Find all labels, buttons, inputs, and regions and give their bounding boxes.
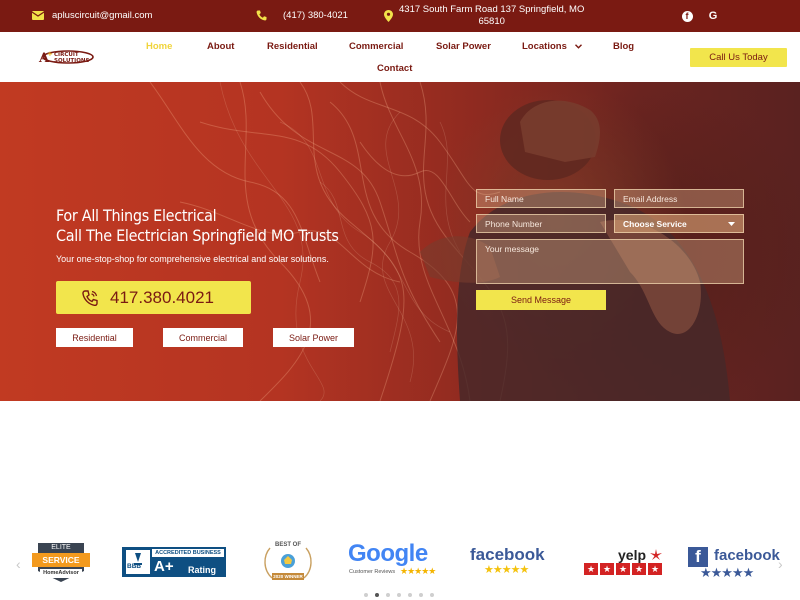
full-name-field[interactable]: Full Name: [476, 189, 606, 208]
top-bar: apluscircuit@gmail.com (417) 380-4021 43…: [0, 0, 800, 32]
google-wordmark: Google: [348, 540, 428, 567]
nav-blog[interactable]: Blog: [613, 41, 634, 52]
bbb-text: BBB: [127, 563, 142, 570]
send-message-button[interactable]: Send Message: [476, 290, 606, 310]
hero-title-line-1: For All Things Electrical: [56, 206, 217, 225]
main-nav: [0, 32, 800, 82]
carousel-dot[interactable]: [386, 593, 390, 597]
nav-solar-power[interactable]: Solar Power: [436, 41, 491, 52]
nav-about[interactable]: About: [207, 41, 234, 52]
facebook-reviews-badge-2: f facebook ★★★★★: [688, 545, 784, 581]
best-of-2020-badge: BEST OF 2020 WINNER: [258, 540, 318, 586]
facebook-f-icon: f: [688, 547, 708, 567]
yelp-reviews-badge: yelp ★ ★ ★ ★ ★: [582, 547, 666, 577]
svg-text:SOLUTIONS: SOLUTIONS: [54, 58, 89, 64]
facebook-letter: f: [681, 10, 693, 22]
address-line-1: 4317 South Farm Road 137 Springfield, MO: [399, 4, 585, 15]
nav-home[interactable]: Home: [146, 41, 172, 52]
facebook-reviews-badge: facebook ★★★★★: [470, 545, 556, 579]
carousel-dot[interactable]: [364, 593, 368, 597]
bbb-torch-icon: [126, 550, 150, 574]
yelp-burst-icon: [650, 549, 662, 560]
yelp-stars: ★ ★ ★ ★ ★: [584, 563, 662, 575]
homeadvisor-text: HomeAdvisor: [43, 570, 79, 576]
svg-text:+: +: [47, 50, 53, 58]
accredited-text: ACCREDITED BUSINESS: [152, 549, 224, 557]
yelp-wordmark: yelp: [618, 547, 647, 563]
facebook-icon[interactable]: f: [680, 9, 694, 23]
nav-contact[interactable]: Contact: [377, 63, 412, 74]
facebook-stars-2: ★★★★★: [700, 565, 754, 580]
phone-text: (417) 380-4021: [283, 10, 348, 21]
bbb-rating-text: Rating: [188, 565, 216, 575]
carousel-dot[interactable]: [408, 593, 412, 597]
hero-subtitle: Your one-stop-shop for comprehensive ele…: [56, 254, 329, 264]
elite-text: ELITE: [51, 544, 71, 551]
envelope-icon: [32, 11, 44, 20]
topbar-phone[interactable]: (417) 380-4021: [256, 10, 348, 21]
facebook-stars: ★★★★★: [484, 564, 529, 576]
service-text: SERVICE: [42, 555, 80, 565]
nav-locations-label: Locations: [522, 41, 567, 52]
hero-title-line-2: Call The Electrician Springfield MO Trus…: [56, 226, 339, 245]
chevron-down-icon: [574, 44, 582, 49]
bbb-badge: BBB ACCREDITED BUSINESS A+ Rating: [122, 547, 226, 577]
phone-ring-icon: [82, 289, 98, 306]
phone-icon: [256, 10, 267, 21]
map-pin-icon: [384, 10, 393, 22]
caret-down-icon: [728, 221, 735, 226]
bbb-grade: A+: [154, 558, 174, 575]
carousel-dot-active[interactable]: [375, 593, 379, 597]
service-select-value: Choose Service: [623, 218, 687, 229]
commercial-button[interactable]: Commercial: [163, 328, 243, 347]
google-icon[interactable]: G: [706, 9, 720, 23]
winner-text: 2020 WINNER: [273, 574, 303, 579]
google-letter: G: [708, 10, 718, 22]
hero-title: For All Things Electrical Call The Elect…: [56, 206, 339, 246]
carousel-prev-arrow[interactable]: ‹: [16, 556, 21, 572]
google-reviews-badge: Google Customer Reviews ★★★★★: [348, 541, 448, 581]
nav-residential[interactable]: Residential: [267, 41, 318, 52]
service-select[interactable]: Choose Service: [614, 214, 744, 233]
phone-field[interactable]: Phone Number: [476, 214, 606, 233]
nav-commercial[interactable]: Commercial: [349, 41, 403, 52]
email-field[interactable]: Email Address: [614, 189, 744, 208]
carousel-dot[interactable]: [430, 593, 434, 597]
facebook-wordmark-2: facebook: [714, 547, 780, 564]
address-line-2: 65810: [478, 16, 505, 27]
carousel-dot[interactable]: [397, 593, 401, 597]
logo[interactable]: A + CIRCUIT SOLUTIONS: [38, 47, 94, 67]
email-text: apluscircuit@gmail.com: [52, 10, 153, 21]
residential-button[interactable]: Residential: [56, 328, 133, 347]
best-of-text: BEST OF: [274, 542, 301, 548]
hero-phone-button[interactable]: 417.380.4021: [56, 281, 251, 314]
nav-locations[interactable]: Locations: [522, 41, 582, 52]
carousel-dot[interactable]: [419, 593, 423, 597]
hero-phone-number: 417.380.4021: [110, 287, 214, 307]
carousel-dots: [364, 593, 434, 597]
topbar-address[interactable]: 4317 South Farm Road 137 Springfield, MO…: [384, 4, 584, 28]
topbar-email[interactable]: apluscircuit@gmail.com: [32, 10, 152, 21]
message-field[interactable]: Your message: [476, 239, 744, 284]
elite-service-badge: ELITE SERVICE HomeAdvisor: [32, 541, 90, 583]
google-stars: ★★★★★: [400, 566, 436, 576]
call-us-today-button[interactable]: Call Us Today: [690, 48, 787, 67]
facebook-wordmark: facebook: [470, 545, 545, 564]
solar-power-button[interactable]: Solar Power: [273, 328, 354, 347]
google-customer-reviews: Customer Reviews: [349, 569, 396, 575]
